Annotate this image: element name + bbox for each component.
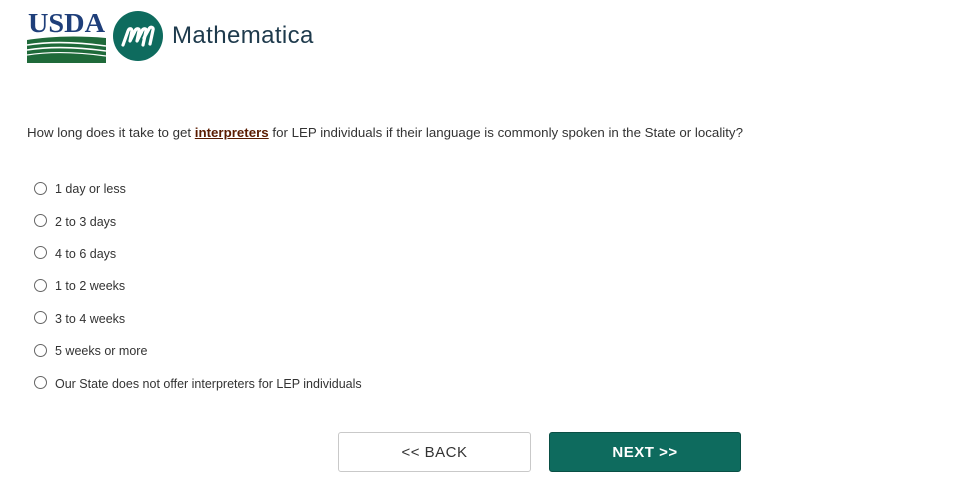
radio-button[interactable] [34, 376, 47, 390]
option-label: 4 to 6 days [55, 246, 117, 261]
option-2-to-3-days[interactable]: 2 to 3 days [34, 204, 362, 236]
option-label: 1 day or less [55, 182, 126, 197]
back-button[interactable]: << BACK [338, 432, 531, 472]
option-label: 3 to 4 weeks [55, 311, 126, 326]
mathematica-wordmark: Mathematica [172, 22, 314, 49]
header: USDA Mathematica [27, 8, 314, 64]
mathematica-emblem-icon [113, 11, 163, 61]
option-label: 2 to 3 days [55, 214, 117, 229]
option-1-day-or-less[interactable]: 1 day or less [34, 172, 362, 204]
option-1-to-2-weeks[interactable]: 1 to 2 weeks [34, 269, 362, 301]
question-suffix: for LEP individuals if their language is… [268, 125, 743, 140]
question-prefix: How long does it take to get [27, 125, 195, 140]
option-5-weeks-or-more[interactable]: 5 weeks or more [34, 334, 362, 366]
radio-button[interactable] [34, 246, 47, 260]
option-no-interpreters[interactable]: Our State does not offer interpreters fo… [34, 366, 362, 398]
interpreters-term-link[interactable]: interpreters [195, 125, 269, 140]
option-3-to-4-weeks[interactable]: 3 to 4 weeks [34, 302, 362, 334]
radio-button[interactable] [34, 181, 47, 195]
option-label: 5 weeks or more [55, 344, 148, 359]
option-label: 1 to 2 weeks [55, 279, 126, 294]
mathematica-logo: Mathematica [113, 11, 314, 61]
question-text: How long does it take to get interpreter… [27, 125, 743, 140]
option-label: Our State does not offer interpreters fo… [55, 376, 362, 391]
next-button[interactable]: NEXT >> [549, 432, 741, 472]
radio-button[interactable] [34, 214, 47, 228]
radio-button[interactable] [34, 343, 47, 357]
option-4-to-6-days[interactable]: 4 to 6 days [34, 237, 362, 269]
svg-text:USDA: USDA [28, 9, 106, 38]
radio-button[interactable] [34, 311, 47, 325]
answer-options: 1 day or less 2 to 3 days 4 to 6 days 1 … [34, 172, 362, 399]
radio-button[interactable] [34, 278, 47, 292]
usda-logo: USDA [27, 9, 106, 63]
